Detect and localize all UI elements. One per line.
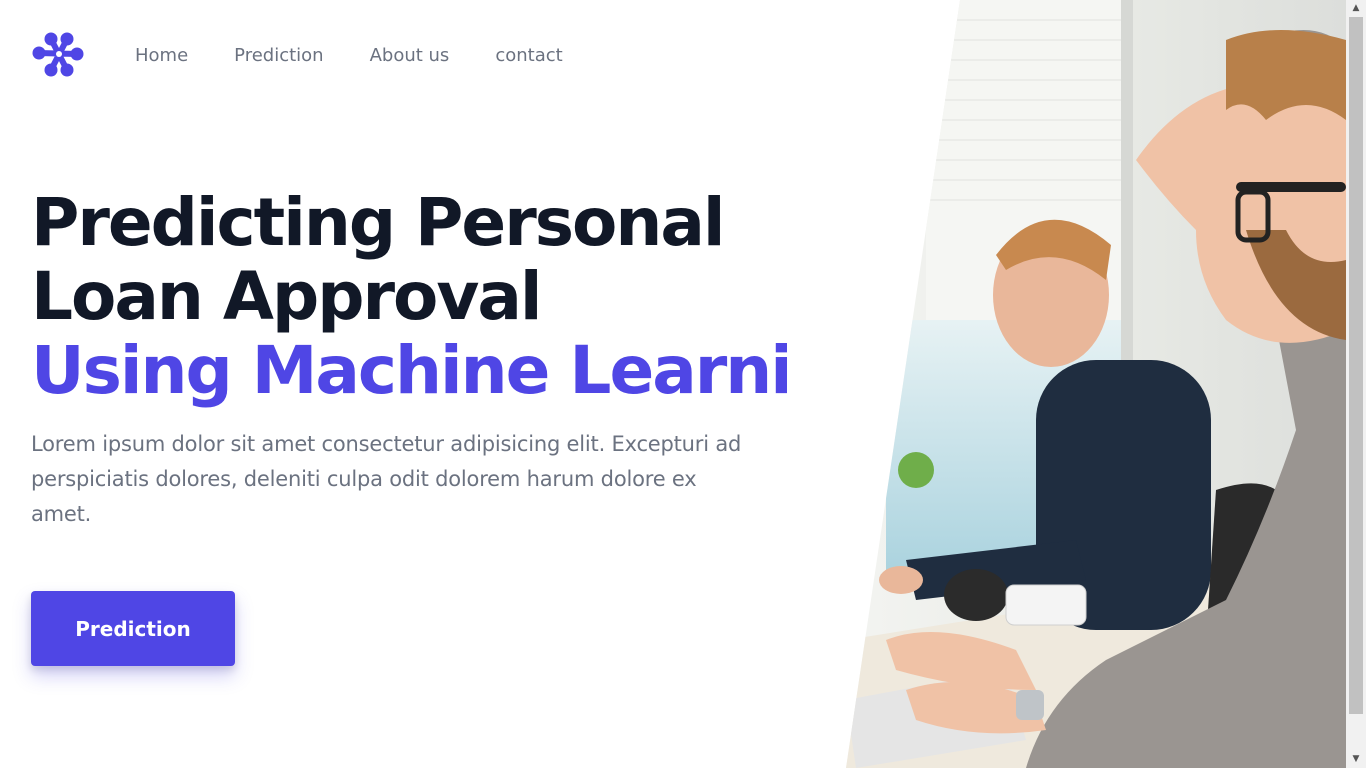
nav-home[interactable]: Home [135, 44, 188, 68]
scroll-thumb[interactable] [1349, 17, 1363, 714]
nav-about-us[interactable]: About us [370, 44, 450, 68]
nav-prediction[interactable]: Prediction [234, 44, 323, 68]
dots-arrow-logo-icon[interactable] [31, 31, 85, 79]
scroll-down-arrow-icon[interactable]: ▼ [1346, 751, 1366, 768]
nav-contact[interactable]: contact [495, 44, 562, 68]
hero-title-accent: Using Machine Learnig [31, 334, 787, 408]
hero-description: Lorem ipsum dolor sit amet consectetur a… [31, 432, 742, 526]
vertical-scrollbar[interactable]: ▲ ▼ [1346, 0, 1366, 768]
hero-title-line-2: Loan Approval [31, 260, 543, 334]
landing-page: Home Prediction About us contact Predict… [0, 0, 1366, 768]
office-workers-photo [846, 0, 1346, 768]
hero-title-line-1: Predicting Personal [31, 186, 726, 260]
scroll-up-arrow-icon[interactable]: ▲ [1346, 0, 1366, 17]
prediction-button[interactable]: Prediction [31, 591, 235, 666]
main-nav: Home Prediction About us contact [135, 44, 609, 68]
hero-title: Predicting Personal Loan Approval Using … [31, 186, 791, 408]
